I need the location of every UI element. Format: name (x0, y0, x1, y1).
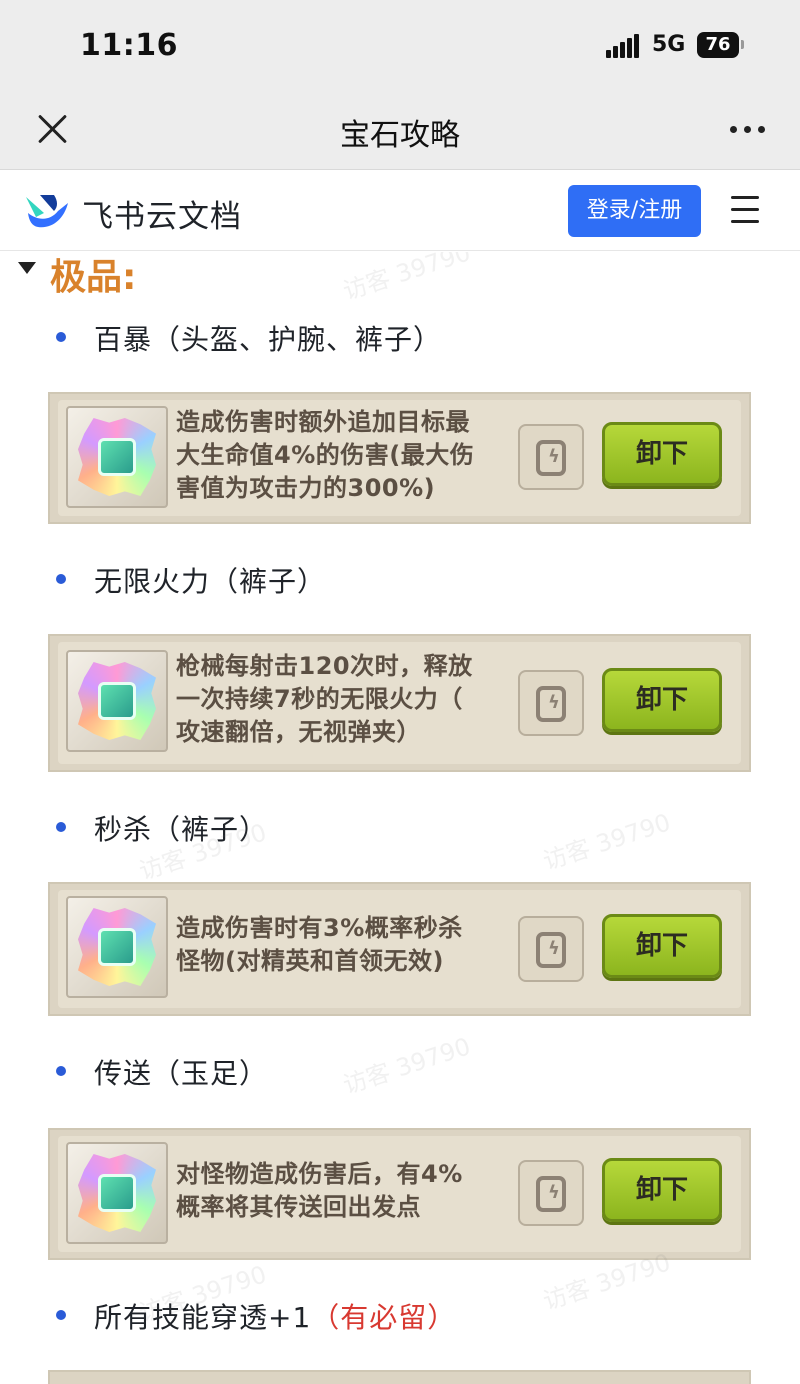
unload-button: 卸下 (602, 668, 722, 732)
status-time: 11:16 (80, 28, 178, 63)
gem-icon (66, 650, 168, 752)
gem-screenshot[interactable] (48, 1370, 751, 1384)
collapse-caret-icon[interactable] (18, 262, 36, 274)
document-content: 极品: 百暴（头盔、护腕、裤子） 造成伤害时额外追加目标最 大生命值4%的伤害(… (0, 252, 800, 1384)
unload-button: 卸下 (602, 914, 722, 978)
list-item: 传送（玉足） (0, 1050, 800, 1094)
unload-button: 卸下 (602, 1158, 722, 1222)
network-type: 5G (652, 32, 686, 57)
lock-icon: ϟ (518, 424, 584, 490)
list-item: 秒杀（裤子） (0, 806, 800, 850)
watermark: 访客 39790 (339, 252, 474, 306)
list-item-title: 所有技能穿透+1（有必留） (94, 1301, 457, 1334)
gem-screenshot[interactable]: 造成伤害时有3%概率秒杀 怪物(对精英和首领无效) ϟ 卸下 (48, 882, 751, 1016)
gem-screenshot[interactable]: 枪械每射击120次时，释放 一次持续7秒的无限火力（ 攻速翻倍，无视弹夹） ϟ … (48, 634, 751, 772)
gem-description: 造成伤害时额外追加目标最 大生命值4%的伤害(最大伤 害值为攻击力的300%) (176, 408, 475, 502)
gem-screenshot[interactable]: 对怪物造成伤害后，有4% 概率将其传送回出发点 ϟ 卸下 (48, 1128, 751, 1260)
app-header: 飞书云文档 登录/注册 (0, 171, 800, 251)
brand-name: 飞书云文档 (82, 199, 242, 235)
battery-icon: 76 (697, 32, 739, 58)
bullet-dot (56, 1066, 66, 1076)
battery-level: 76 (705, 34, 731, 55)
list-item-title: 无限火力（裤子） (94, 565, 327, 598)
highlight-note: （有必留） (311, 1301, 457, 1334)
lock-icon: ϟ (518, 670, 584, 736)
list-item-title: 传送（玉足） (94, 1057, 269, 1090)
gem-description: 对怪物造成伤害后，有4% 概率将其传送回出发点 (176, 1160, 463, 1221)
feishu-logo-icon (26, 195, 68, 228)
unload-button: 卸下 (602, 422, 722, 486)
section-heading: 极品: (50, 257, 137, 298)
battery-cap (741, 40, 744, 49)
nav-bar: 宝石攻略 (0, 92, 800, 170)
bullet-dot (56, 822, 66, 832)
status-bar: 11:16 5G 76 (0, 0, 800, 92)
list-item: 所有技能穿透+1（有必留） (0, 1294, 800, 1338)
list-item-title: 百暴（头盔、护腕、裤子） (94, 323, 443, 356)
gem-icon (66, 406, 168, 508)
gem-icon (66, 896, 168, 998)
page-title: 宝石攻略 (340, 118, 460, 153)
lock-icon: ϟ (518, 1160, 584, 1226)
gem-icon (66, 1142, 168, 1244)
lock-icon: ϟ (518, 916, 584, 982)
signal-icon (606, 34, 642, 58)
gem-screenshot[interactable]: 造成伤害时额外追加目标最 大生命值4%的伤害(最大伤 害值为攻击力的300%) … (48, 392, 751, 524)
list-item: 百暴（头盔、护腕、裤子） (0, 316, 800, 360)
gem-description: 枪械每射击120次时，释放 一次持续7秒的无限火力（ 攻速翻倍，无视弹夹） (176, 652, 473, 746)
bullet-dot (56, 332, 66, 342)
list-item-title: 秒杀（裤子） (94, 813, 269, 846)
menu-icon[interactable] (731, 196, 761, 224)
more-options-icon[interactable] (730, 126, 766, 134)
list-item: 无限火力（裤子） (0, 558, 800, 602)
bullet-dot (56, 1310, 66, 1320)
bullet-dot (56, 574, 66, 584)
login-register-button[interactable]: 登录/注册 (568, 185, 701, 237)
gem-description: 造成伤害时有3%概率秒杀 怪物(对精英和首领无效) (176, 914, 463, 975)
